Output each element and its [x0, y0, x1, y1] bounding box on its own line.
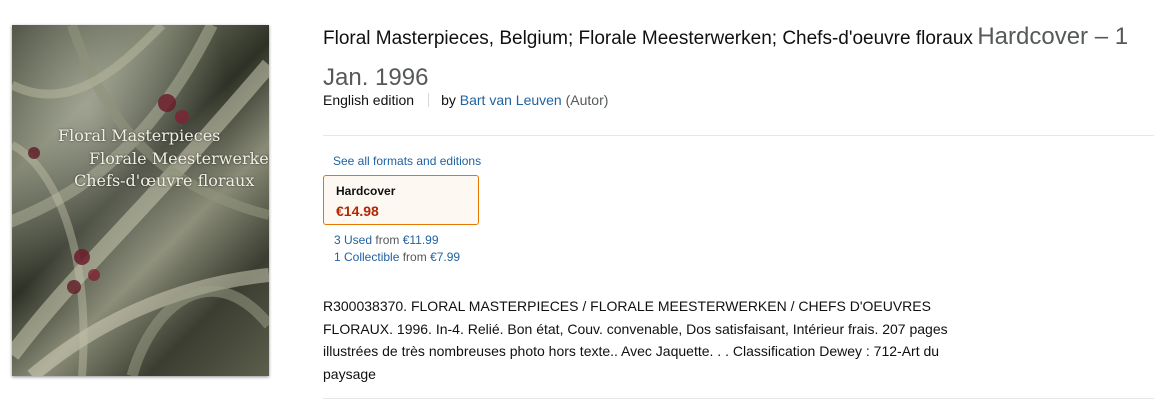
- from-label: from: [375, 233, 400, 247]
- author-link[interactable]: Bart van Leuven: [460, 92, 562, 108]
- product-description: R300038370. FLORAL MASTERPIECES / FLORAL…: [323, 298, 948, 382]
- format-name: Hardcover: [336, 184, 396, 198]
- divider: [323, 135, 1154, 136]
- used-offers-price[interactable]: €11.99: [403, 233, 439, 247]
- collectible-offers-link[interactable]: 1 Collectible: [334, 250, 399, 264]
- book-cover-image[interactable]: Floral Masterpieces Florale Meesterwerke…: [12, 25, 269, 376]
- cover-title-line: Floral Masterpieces: [58, 126, 221, 145]
- format-option-hardcover[interactable]: Hardcover €14.98: [323, 175, 479, 225]
- byline-divider: [428, 93, 430, 107]
- used-offer: 3 Used from €11.99: [334, 233, 439, 247]
- author-role: (Autor): [565, 92, 609, 108]
- product-title: Floral Masterpieces, Belgium; Florale Me…: [323, 18, 1153, 100]
- edition-label: English edition: [323, 92, 415, 108]
- cover-title-line: Chefs-d'œuvre floraux: [74, 171, 255, 190]
- used-offers-link[interactable]: 3 Used: [334, 233, 372, 247]
- by-label: by: [441, 92, 456, 108]
- product-title-text: Floral Masterpieces, Belgium; Florale Me…: [323, 28, 973, 49]
- byline: English edition by Bart van Leuven (Autor…: [323, 92, 608, 108]
- divider: [323, 398, 1154, 399]
- format-price: €14.98: [336, 203, 379, 219]
- cover-title-line: Florale Meesterwerken: [89, 149, 269, 168]
- collectible-offers-price[interactable]: €7.99: [430, 250, 460, 264]
- see-all-formats-link[interactable]: See all formats and editions: [333, 154, 481, 168]
- from-label: from: [402, 250, 427, 264]
- collectible-offer: 1 Collectible from €7.99: [334, 250, 460, 264]
- cover-leaf-artwork: [12, 25, 269, 376]
